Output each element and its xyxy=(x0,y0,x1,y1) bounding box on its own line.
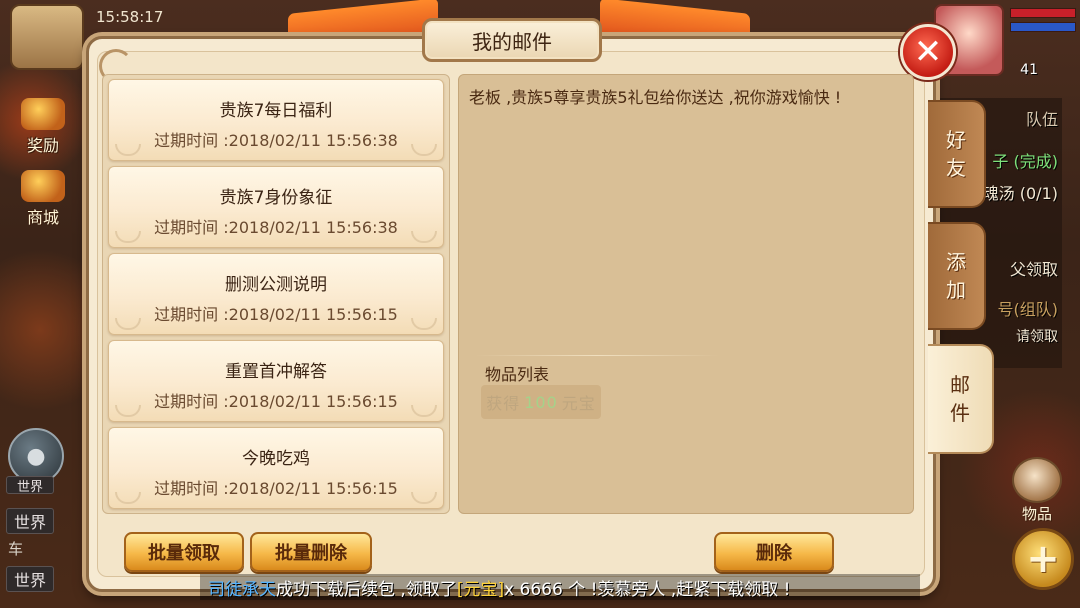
scroll-ornament xyxy=(115,492,141,504)
close-button[interactable]: ✕ xyxy=(900,24,956,80)
quest-line[interactable]: 请领取 xyxy=(1016,326,1058,346)
item-list-label: 物品列表 xyxy=(485,365,550,384)
mail-expiry: 过期时间 :2018/02/11 15:56:38 xyxy=(154,131,398,150)
mail-subject: 重置首冲解答 xyxy=(225,362,327,382)
quest-line[interactable]: 号(组队) xyxy=(998,296,1059,320)
scroll-ornament xyxy=(411,492,437,504)
ticker-text: 成功下载后续包 ,领取了 xyxy=(276,579,457,600)
scroll-ornament xyxy=(115,318,141,330)
scroll-ornament xyxy=(411,231,437,243)
person-icon: ● xyxy=(26,443,46,469)
reward-button[interactable]: 奖励 xyxy=(10,98,76,156)
ticker-player-name[interactable]: 司徒承天 xyxy=(208,575,276,600)
ticker-text: x 6666 个 !羡慕旁人 ,赶紧下载领取 ! xyxy=(504,579,791,600)
mail-item[interactable]: 今晚吃鸡 过期时间 :2018/02/11 15:56:15 xyxy=(108,427,444,509)
tab-add-friend[interactable]: 添 加 xyxy=(928,222,986,330)
reward-label: 奖励 xyxy=(26,136,59,155)
bag-icon xyxy=(1012,457,1062,503)
tab-label: 好 xyxy=(946,128,966,152)
shop-button[interactable]: 商城 xyxy=(10,170,76,228)
mail-expiry: 过期时间 :2018/02/11 15:56:15 xyxy=(154,479,398,498)
tab-label: 友 xyxy=(946,156,966,180)
event-icon[interactable] xyxy=(10,4,84,70)
scroll-ornament xyxy=(115,231,141,243)
mail-subject: 今晚吃鸡 xyxy=(242,449,310,469)
quest-line[interactable]: 魂汤 (0/1) xyxy=(983,180,1058,204)
batch-delete-button[interactable]: 批量删除 xyxy=(250,532,372,572)
mail-item[interactable]: 删测公测说明 过期时间 :2018/02/11 15:56:15 xyxy=(108,253,444,335)
mail-item[interactable]: 重置首冲解答 过期时间 :2018/02/11 15:56:15 xyxy=(108,340,444,422)
mp-bar xyxy=(1010,22,1076,32)
tab-mail[interactable]: 邮 件 xyxy=(928,344,994,454)
scroll-ornament xyxy=(411,318,437,330)
mail-body: 老板 ,贵族5尊享贵族5礼包给你送达 ,祝你游戏愉快 ! xyxy=(469,88,842,107)
clock: 15:58:17 xyxy=(96,8,164,26)
items-divider xyxy=(475,355,719,356)
scroll-ornament xyxy=(115,144,141,156)
chat-channel-world-tag: 世界 xyxy=(6,476,54,495)
reward-unit: 元宝 xyxy=(561,394,596,413)
expand-menu-button[interactable]: + xyxy=(1012,528,1074,590)
tab-label: 件 xyxy=(950,401,970,425)
reward-amount: 100 xyxy=(524,392,558,412)
player-level: 41 xyxy=(1020,62,1038,78)
scroll-ornament xyxy=(115,405,141,417)
tab-label: 添 xyxy=(946,250,966,274)
mail-subject: 删测公测说明 xyxy=(225,275,327,295)
chat-snippet: 车 xyxy=(8,540,24,558)
tab-friends[interactable]: 好 友 xyxy=(928,100,986,208)
team-tab[interactable]: 队伍 xyxy=(1026,106,1058,130)
dialog-title: 我的邮件 xyxy=(422,18,602,62)
mail-content-panel: 老板 ,贵族5尊享贵族5礼包给你送达 ,祝你游戏愉快 ! 物品列表 获得 100… xyxy=(458,74,914,514)
mail-item[interactable]: 贵族7身份象征 过期时间 :2018/02/11 15:56:38 xyxy=(108,166,444,248)
shop-icon xyxy=(21,170,65,202)
mail-subject: 贵族7每日福利 xyxy=(219,101,333,121)
tab-label: 邮 xyxy=(950,373,970,397)
reward-item[interactable]: 获得 100 元宝 xyxy=(481,385,601,419)
mail-subject: 贵族7身份象征 xyxy=(219,188,333,208)
mail-list[interactable]: 贵族7每日福利 过期时间 :2018/02/11 15:56:38 贵族7身份象… xyxy=(102,74,450,514)
mail-expiry: 过期时间 :2018/02/11 15:56:38 xyxy=(154,218,398,237)
delete-button[interactable]: 删除 xyxy=(714,532,834,572)
reward-prefix: 获得 xyxy=(486,394,521,413)
quest-line[interactable]: 子 (完成) xyxy=(992,148,1058,172)
mail-expiry: 过期时间 :2018/02/11 15:56:15 xyxy=(154,305,398,324)
shop-label: 商城 xyxy=(26,208,59,227)
broadcast-ticker: 司徒承天 成功下载后续包 ,领取了 [元宝] x 6666 个 !羡慕旁人 ,赶… xyxy=(200,574,920,600)
inventory-label: 物品 xyxy=(1021,505,1052,523)
chat-channel-world-tag: 世界 xyxy=(6,508,54,534)
tab-label: 加 xyxy=(946,278,966,302)
scroll-ornament xyxy=(411,405,437,417)
hp-bar xyxy=(1010,8,1076,18)
gift-icon xyxy=(21,98,65,130)
chat-channel-world-tag: 世界 xyxy=(6,566,54,592)
ticker-item[interactable]: [元宝] xyxy=(457,575,504,600)
quest-line[interactable]: 父领取 xyxy=(1010,256,1058,280)
inventory-button[interactable]: 物品 xyxy=(1008,452,1066,524)
mail-item[interactable]: 贵族7每日福利 过期时间 :2018/02/11 15:56:38 xyxy=(108,79,444,161)
scroll-ornament xyxy=(411,144,437,156)
mail-expiry: 过期时间 :2018/02/11 15:56:15 xyxy=(154,392,398,411)
batch-claim-button[interactable]: 批量领取 xyxy=(124,532,244,572)
